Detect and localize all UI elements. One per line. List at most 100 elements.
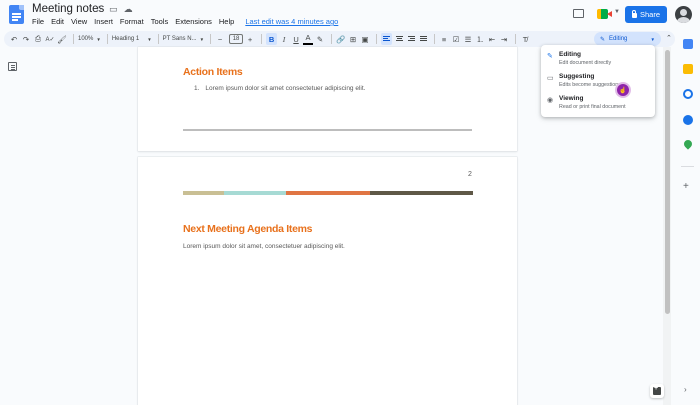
- increase-indent-icon[interactable]: ⇥: [499, 33, 509, 45]
- caret-down-icon: ▼: [199, 36, 205, 42]
- last-edit-link[interactable]: Last edit was 4 minutes ago: [245, 17, 338, 26]
- list-number: 1.: [194, 85, 200, 92]
- link-icon[interactable]: 🔗: [336, 33, 346, 45]
- decrease-indent-icon[interactable]: ⇤: [487, 33, 497, 45]
- checklist-icon[interactable]: ☑: [451, 33, 461, 45]
- page-number: 2: [468, 171, 472, 178]
- zoom-select[interactable]: 100% ▼: [78, 36, 101, 42]
- account-avatar[interactable]: [675, 6, 692, 23]
- toolbar-divider: [261, 34, 263, 44]
- calendar-icon[interactable]: [683, 39, 693, 49]
- color-bar-segment: [183, 191, 224, 195]
- get-addons-icon[interactable]: +: [683, 181, 689, 192]
- menu-edit[interactable]: Edit: [51, 17, 64, 26]
- menu-view[interactable]: View: [71, 17, 87, 26]
- meet-caret-icon[interactable]: ▼: [614, 9, 620, 15]
- align-center-icon[interactable]: [394, 33, 404, 45]
- scrollbar-thumb[interactable]: [665, 50, 670, 314]
- spellcheck-icon[interactable]: A✓: [45, 33, 55, 45]
- line-spacing-icon[interactable]: ≡: [439, 33, 449, 45]
- action-items-heading[interactable]: Action Items: [183, 66, 243, 78]
- menu-tools[interactable]: Tools: [151, 17, 169, 26]
- keep-icon[interactable]: [683, 64, 693, 74]
- mode-item-suggesting[interactable]: ▭ Suggesting Edits become suggestions: [541, 72, 655, 94]
- bold-button[interactable]: B: [266, 33, 278, 45]
- underline-button[interactable]: U: [291, 33, 301, 45]
- style-select[interactable]: Heading 1 ▼: [112, 36, 152, 42]
- numbered-list-icon[interactable]: ⒈: [475, 33, 485, 45]
- mode-item-editing[interactable]: ✎ Editing Edit document directly: [541, 50, 655, 72]
- page-2[interactable]: 2 Next Meeting Agenda Items Lorem ipsum …: [138, 157, 517, 405]
- mode-item-title: Editing: [559, 51, 582, 58]
- font-size-decrease-button[interactable]: −: [215, 33, 225, 45]
- mode-item-title: Viewing: [559, 95, 584, 102]
- title-icons: ☆ ▭ ☁: [95, 4, 133, 15]
- print-icon[interactable]: ⎙: [33, 33, 43, 45]
- font-size-increase-button[interactable]: +: [245, 33, 255, 45]
- chevron-right-icon[interactable]: ›: [684, 385, 687, 394]
- paint-format-icon[interactable]: 🖌: [57, 33, 67, 45]
- mode-item-desc: Read or print final document: [559, 104, 626, 110]
- mode-item-title: Suggesting: [559, 73, 595, 80]
- font-size-input[interactable]: 18: [229, 34, 244, 44]
- editing-mode-label: Editing: [609, 36, 628, 42]
- font-select[interactable]: PT Sans N... ▼: [163, 36, 204, 42]
- insert-image-icon[interactable]: ▣: [360, 33, 370, 45]
- caret-down-icon: ▼: [147, 36, 152, 42]
- align-left-icon[interactable]: [381, 33, 393, 45]
- clear-formatting-icon[interactable]: T̸: [520, 33, 530, 45]
- editing-mode-select[interactable]: ✎ Editing ▼: [594, 32, 661, 46]
- menu-format[interactable]: Format: [120, 17, 144, 26]
- mode-item-desc: Edits become suggestions: [559, 82, 621, 88]
- toolbar-divider: [376, 34, 378, 44]
- toolbar-divider: [331, 34, 333, 44]
- cloud-status-icon[interactable]: ☁: [124, 4, 133, 15]
- menu-insert[interactable]: Insert: [94, 17, 113, 26]
- bulleted-list-icon[interactable]: ☰: [463, 33, 473, 45]
- text-color-button[interactable]: A: [303, 33, 314, 45]
- caret-down-icon: ▼: [650, 36, 655, 42]
- mode-item-viewing[interactable]: ◉ Viewing Read or print final document: [541, 94, 655, 116]
- italic-button[interactable]: I: [279, 33, 289, 45]
- toolbar-divider: [434, 34, 436, 44]
- mode-item-desc: Edit document directly: [559, 60, 612, 66]
- align-justify-icon[interactable]: [418, 33, 428, 45]
- mode-menu: ✎ Editing Edit document directly ▭ Sugge…: [541, 45, 655, 117]
- next-meeting-heading[interactable]: Next Meeting Agenda Items: [183, 223, 313, 235]
- eye-icon: ◉: [547, 97, 554, 104]
- pencil-icon: ✎: [600, 36, 606, 43]
- explore-button[interactable]: [650, 384, 664, 398]
- pointer-cursor-icon: ☝: [617, 84, 629, 96]
- page-1[interactable]: Action Items 1. Lorem ipsum dolor sit ame…: [138, 47, 517, 151]
- align-right-icon[interactable]: [406, 33, 416, 45]
- star-icon[interactable]: ☆: [95, 4, 103, 15]
- chevron-up-icon[interactable]: ⌃: [666, 34, 672, 42]
- menu-help[interactable]: Help: [219, 17, 234, 26]
- suggest-icon: ▭: [547, 75, 554, 82]
- header-color-bar: [183, 191, 473, 195]
- caret-down-icon: ▼: [96, 36, 101, 42]
- redo-icon[interactable]: ↷: [21, 33, 31, 45]
- body-paragraph[interactable]: Lorem ipsum dolor sit amet, consectetuer…: [183, 243, 345, 250]
- document-outline-icon[interactable]: [8, 62, 17, 71]
- maps-icon[interactable]: [682, 138, 694, 150]
- tasks-icon[interactable]: [683, 89, 693, 99]
- share-button[interactable]: Share: [625, 6, 667, 23]
- document-title[interactable]: Meeting notes: [32, 3, 104, 15]
- folder-move-icon[interactable]: ▭: [109, 4, 118, 15]
- toolbar-divider: [515, 34, 517, 44]
- menu-file[interactable]: File: [32, 17, 44, 26]
- undo-icon[interactable]: ↶: [9, 33, 19, 45]
- toolbar-divider: [210, 34, 212, 44]
- menu-extensions[interactable]: Extensions: [175, 17, 212, 26]
- list-item[interactable]: 1. Lorem ipsum dolor sit amet consectetue…: [194, 85, 365, 92]
- contacts-icon[interactable]: [683, 115, 693, 125]
- highlight-icon[interactable]: ✎: [315, 33, 325, 45]
- list-item-text: Lorem ipsum dolor sit amet consectetuer …: [205, 85, 366, 92]
- docs-logo-icon[interactable]: [9, 5, 24, 24]
- comment-history-icon[interactable]: [573, 9, 584, 18]
- side-panel-divider: [681, 166, 694, 167]
- add-comment-icon[interactable]: ⊞: [348, 33, 358, 45]
- pencil-icon: ✎: [547, 53, 553, 60]
- toolbar-divider: [73, 34, 74, 44]
